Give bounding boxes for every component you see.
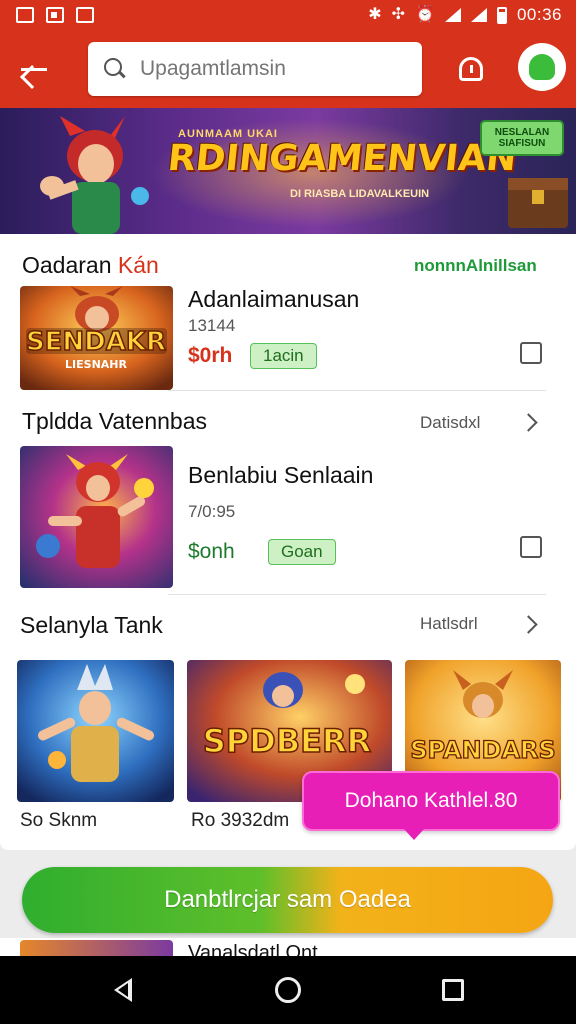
photo-icon	[46, 7, 64, 23]
nav-back-button[interactable]	[98, 965, 148, 1015]
notification-icons	[16, 7, 94, 23]
section-featured-title-accent: Kán	[117, 252, 159, 278]
profile-button[interactable]	[518, 43, 566, 91]
square-recents-icon	[442, 979, 465, 1001]
back-arrow-icon	[21, 67, 47, 71]
banner-subtitle: DI RIASBA LIDAVALKEUIN	[290, 188, 430, 200]
search-box[interactable]	[88, 42, 422, 96]
thumb-label: SENDAKR	[26, 327, 166, 357]
thumb-sublabel: LIESNAHR	[65, 358, 127, 371]
search-input[interactable]	[140, 57, 410, 81]
divider	[168, 594, 546, 595]
chevron-right-icon[interactable]	[519, 615, 538, 634]
section-second-title: Tpldda Vatennbas	[22, 408, 207, 434]
clock: 00:36	[516, 5, 562, 24]
game-thumbnail	[20, 446, 173, 588]
tile-label: SPANDARS	[410, 736, 556, 764]
game-tile[interactable]	[17, 660, 174, 802]
section-featured-link[interactable]: nonnnAlnillsan	[414, 256, 537, 276]
game-tag: 1acin	[250, 343, 317, 369]
game-tag: Goan	[268, 539, 336, 565]
section-second-more[interactable]: Datisdxl	[420, 413, 480, 433]
bluetooth-icon: ✱	[368, 6, 382, 23]
game-title: Adanlaimanusan	[188, 286, 360, 312]
banner-title: RDINGAMENVIAN	[165, 138, 519, 179]
game-meta: 7/0:95	[188, 502, 236, 521]
search-icon	[104, 58, 126, 80]
promo-banner[interactable]: AUNMAAM UKAI RDINGAMENVIAN DI RIASBA LID…	[0, 108, 576, 234]
tile-caption: So Sknm	[20, 810, 98, 831]
image-icon	[16, 7, 34, 23]
bell-icon	[459, 57, 483, 81]
triangle-back-icon	[113, 978, 132, 1002]
promo-tooltip[interactable]: Dohano Kathlel.80	[302, 771, 560, 840]
section-featured-title-text: Oadaran	[22, 252, 118, 278]
profile-icon	[529, 54, 555, 80]
battery-icon	[496, 6, 507, 24]
alarm-icon: ⏰	[415, 6, 435, 23]
lock-app-icon	[76, 7, 94, 23]
content-card: Oadaran Kán nonnnAlnillsan SENDAKR LIESN…	[0, 234, 576, 850]
wifi-icon	[444, 8, 461, 22]
app-bar	[0, 30, 576, 108]
game-thumbnail: SENDAKR LIESNAHR	[20, 286, 173, 390]
list-item-second[interactable]: Benlabiu Senlaain 7/0:95 $onh Goan	[20, 446, 546, 588]
hero-character-image	[40, 116, 149, 234]
chevron-right-icon[interactable]	[519, 413, 538, 432]
system-icons: ✱ ✣ ⏰ 00:36	[368, 5, 562, 25]
circle-home-icon	[274, 977, 301, 1003]
banner-tag: NESLALAN SIAFISUN	[480, 120, 564, 156]
game-price: $onh	[188, 540, 235, 563]
game-meta: 13144	[188, 316, 236, 335]
system-nav-bar	[0, 956, 576, 1024]
treasure-chest-image	[508, 178, 568, 228]
list-item-featured[interactable]: SENDAKR LIESNAHR Adanlaimanusan 13144 $0…	[20, 286, 546, 396]
section-third-title: Selanyla Tank	[20, 612, 163, 638]
tile-caption: Ro 3932dm	[191, 810, 290, 831]
back-button[interactable]	[0, 30, 68, 108]
game-price: $0rh	[188, 344, 233, 367]
vibrate-icon: ✣	[391, 6, 406, 23]
notifications-button[interactable]	[452, 50, 490, 88]
bookmark-icon[interactable]	[520, 342, 542, 364]
primary-cta-button[interactable]: Danbtlrcjar sam Oadea	[22, 867, 553, 933]
game-title: Vanalsdatl Ont	[188, 942, 318, 956]
divider	[168, 390, 546, 391]
bookmark-icon[interactable]	[520, 536, 542, 558]
game-thumbnail	[20, 940, 173, 956]
status-bar: ✱ ✣ ⏰ 00:36	[0, 0, 576, 30]
section-featured-title: Oadaran Kán	[22, 252, 159, 279]
tile-label: SPDBERR	[203, 722, 372, 760]
nav-recents-button[interactable]	[428, 965, 478, 1015]
game-title: Benlabiu Senlaain	[188, 462, 374, 488]
section-third-more[interactable]: Hatlsdrl	[420, 614, 478, 634]
nav-home-button[interactable]	[263, 965, 313, 1015]
signal-icon	[470, 8, 487, 22]
next-list-item-peek[interactable]: Vanalsdatl Ont	[0, 938, 576, 956]
